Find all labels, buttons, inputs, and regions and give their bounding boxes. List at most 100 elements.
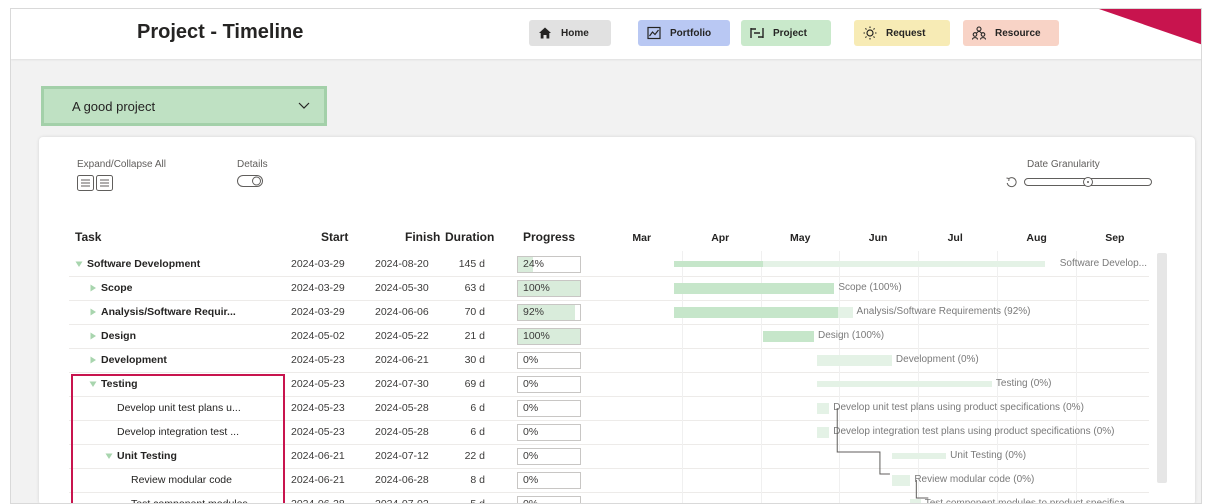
header-bar: Project - Timeline Home Portfolio Projec… xyxy=(11,9,1201,59)
finish-date: 2024-06-21 xyxy=(375,354,429,366)
start-date: 2024-05-23 xyxy=(291,402,345,414)
finish-date: 2024-07-12 xyxy=(375,450,429,462)
progress-cell: 0% xyxy=(517,448,581,465)
progress-cell: 0% xyxy=(517,376,581,393)
duration-value: 5 d xyxy=(470,498,485,504)
progress-value: 92% xyxy=(523,306,545,318)
project-dropdown-value: A good project xyxy=(72,98,156,114)
table-row[interactable]: Development 2024-05-23 2024-06-21 30 d 0% xyxy=(69,349,597,373)
progress-cell: 92% xyxy=(517,304,581,321)
date-granularity-label: Date Granularity xyxy=(1027,159,1100,170)
table-row[interactable]: Analysis/Software Requir... 2024-03-29 202… xyxy=(69,301,597,325)
table-row[interactable]: Scope 2024-03-29 2024-05-30 63 d 100% xyxy=(69,277,597,301)
finish-date: 2024-05-28 xyxy=(375,426,429,438)
start-date: 2024-05-23 xyxy=(291,426,345,438)
resource-icon xyxy=(971,26,987,40)
table-row[interactable]: Design 2024-05-02 2024-05-22 21 d 100% xyxy=(69,325,597,349)
finish-date: 2024-06-28 xyxy=(375,474,429,486)
progress-cell: 24% xyxy=(517,256,581,273)
portfolio-icon xyxy=(647,26,661,40)
progress-value: 0% xyxy=(523,498,539,504)
nav-project-button[interactable]: Project xyxy=(741,20,831,46)
report-canvas: Project - Timeline Home Portfolio Projec… xyxy=(10,8,1202,504)
duration-value: 21 d xyxy=(464,330,485,342)
expand-collapse-label: Expand/Collapse All xyxy=(77,159,166,170)
finish-date: 2024-07-02 xyxy=(375,498,429,504)
details-label: Details xyxy=(237,159,268,170)
start-date: 2024-06-21 xyxy=(291,474,345,486)
progress-value: 0% xyxy=(523,474,539,486)
duration-value: 30 d xyxy=(464,354,485,366)
start-date: 2024-03-29 xyxy=(291,282,345,294)
finish-date: 2024-05-30 xyxy=(375,282,429,294)
task-name: Scope xyxy=(101,282,133,294)
table-row[interactable]: Software Development 2024-03-29 2024-08-20… xyxy=(69,253,597,277)
start-date: 2024-05-23 xyxy=(291,378,345,390)
duration-value: 70 d xyxy=(464,306,485,318)
expand-collapse-icon[interactable] xyxy=(77,175,113,191)
progress-cell: 100% xyxy=(517,280,581,297)
nav-home-label: Home xyxy=(561,27,589,39)
col-header-start[interactable]: Start xyxy=(321,230,348,244)
start-date: 2024-03-29 xyxy=(291,258,345,270)
nav-portfolio-button[interactable]: Portfolio xyxy=(638,20,730,46)
home-icon xyxy=(539,27,551,39)
collapsed-caret-icon[interactable] xyxy=(89,308,97,316)
task-name: Design xyxy=(101,330,137,342)
highlight-frame xyxy=(71,374,285,503)
duration-value: 6 d xyxy=(470,426,485,438)
gantt-chart: Mar Apr May Jun Jul Aug Sep Software Develop...… xyxy=(603,229,1155,503)
start-date: 2024-06-28 xyxy=(291,498,345,504)
progress-value: 100% xyxy=(523,282,550,294)
duration-value: 6 d xyxy=(470,402,485,414)
start-date: 2024-05-23 xyxy=(291,354,345,366)
progress-cell: 0% xyxy=(517,472,581,489)
col-header-finish[interactable]: Finish xyxy=(405,230,440,244)
reset-icon xyxy=(1006,177,1017,188)
date-granularity-slider[interactable] xyxy=(1005,175,1153,189)
progress-value: 0% xyxy=(523,450,539,462)
collapsed-caret-icon[interactable] xyxy=(89,284,97,292)
task-name: Development xyxy=(101,354,167,366)
details-toggle[interactable] xyxy=(237,175,263,187)
progress-value: 100% xyxy=(523,330,550,342)
collapsed-caret-icon[interactable] xyxy=(89,356,97,364)
accent-decoration xyxy=(1099,9,1201,45)
nav-request-button[interactable]: Request xyxy=(854,20,950,46)
col-header-progress[interactable]: Progress xyxy=(523,230,575,244)
progress-value: 0% xyxy=(523,354,539,366)
start-date: 2024-06-21 xyxy=(291,450,345,462)
progress-cell: 0% xyxy=(517,496,581,504)
page-title: Project - Timeline xyxy=(137,21,304,43)
progress-cell: 0% xyxy=(517,352,581,369)
task-name: Software Development xyxy=(87,258,201,270)
nav-home-button[interactable]: Home xyxy=(529,20,611,46)
project-dropdown[interactable]: A good project xyxy=(41,86,327,126)
finish-date: 2024-06-06 xyxy=(375,306,429,318)
progress-cell: 0% xyxy=(517,424,581,441)
expanded-caret-icon[interactable] xyxy=(75,260,83,268)
start-date: 2024-05-02 xyxy=(291,330,345,342)
collapsed-caret-icon[interactable] xyxy=(89,332,97,340)
chevron-down-icon xyxy=(298,102,310,109)
col-header-duration[interactable]: Duration xyxy=(445,230,494,244)
task-name: Analysis/Software Requir... xyxy=(101,306,236,318)
duration-value: 8 d xyxy=(470,474,485,486)
col-header-task[interactable]: Task xyxy=(75,230,101,244)
progress-cell: 100% xyxy=(517,328,581,345)
nav-resource-button[interactable]: Resource xyxy=(963,20,1059,46)
progress-value: 0% xyxy=(523,402,539,414)
duration-value: 69 d xyxy=(464,378,485,390)
app-window: Project - Timeline Home Portfolio Projec… xyxy=(0,0,1211,504)
dependency-connectors xyxy=(836,408,929,499)
progress-value: 0% xyxy=(523,426,539,438)
nav-project-label: Project xyxy=(773,27,807,39)
nav-request-label: Request xyxy=(886,27,926,39)
start-date: 2024-03-29 xyxy=(291,306,345,318)
progress-value: 0% xyxy=(523,378,539,390)
lightbulb-icon xyxy=(863,26,877,40)
duration-value: 145 d xyxy=(458,258,485,270)
nav-resource-label: Resource xyxy=(995,27,1041,39)
vertical-scrollbar[interactable] xyxy=(1157,253,1167,483)
nav-portfolio-label: Portfolio xyxy=(670,27,712,39)
